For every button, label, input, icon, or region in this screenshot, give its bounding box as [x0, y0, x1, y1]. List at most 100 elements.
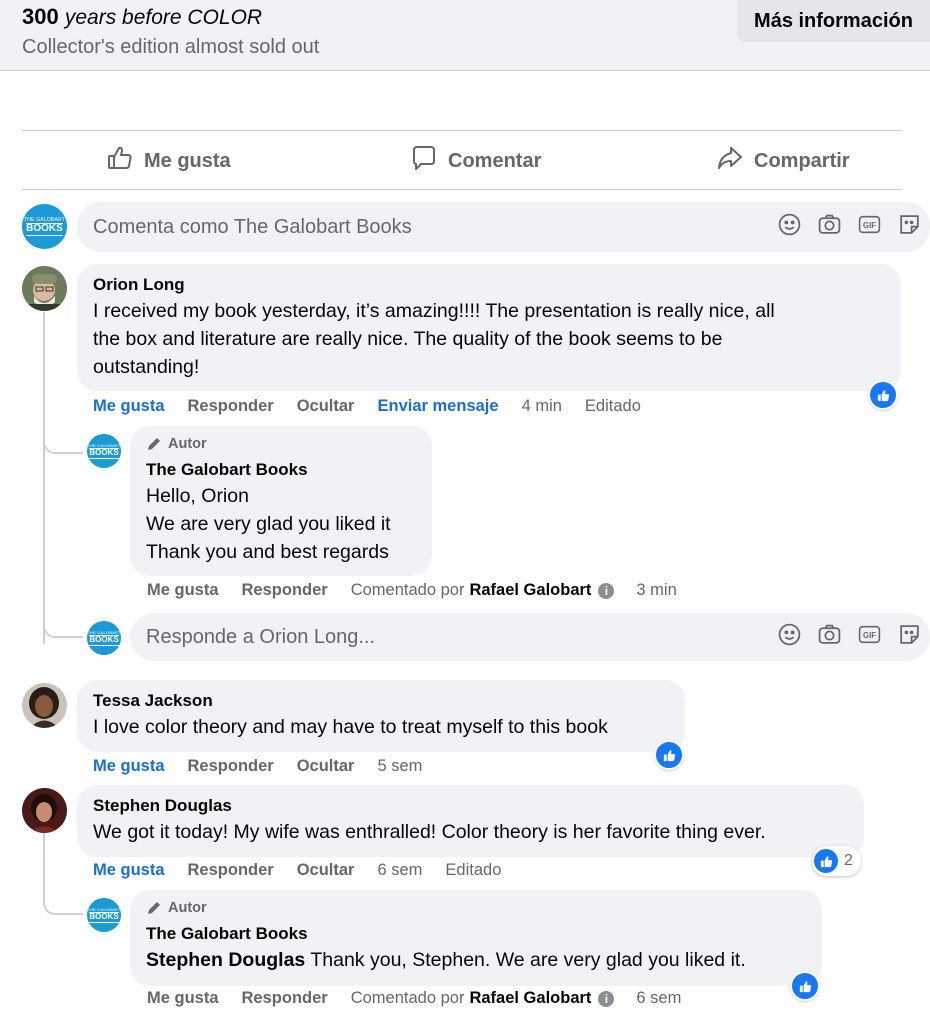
commenter-name[interactable]: The Galobart Books	[146, 922, 806, 946]
ad-title: 300 years before COLOR	[22, 4, 262, 30]
divider	[22, 189, 902, 190]
info-icon[interactable]: i	[598, 582, 615, 599]
author-badge: Autor	[146, 899, 806, 917]
comment-text: Stephen Douglas Thank you, Stephen. We a…	[146, 946, 806, 974]
timestamp[interactable]: 6 sem	[377, 861, 422, 880]
comment-text: I love color theory and may have to trea…	[93, 716, 608, 738]
comment-bubble: Orion Long I received my book yesterday,…	[77, 264, 901, 391]
comment-bubble-icon	[410, 144, 438, 178]
reply-meta: Me gusta Responder Comentado por Rafael …	[147, 989, 681, 1008]
reply-input[interactable]: Responde a Orion Long... GIF	[130, 613, 930, 661]
comment-action-button[interactable]: Comentar	[410, 141, 541, 181]
more-info-button[interactable]: Más información	[737, 0, 930, 42]
camera-icon[interactable]	[817, 212, 842, 242]
reply-bubble: Autor The Galobart Books Hello, Orion We…	[130, 426, 432, 576]
page-avatar[interactable]: THE GALOBART BOOKS	[87, 621, 121, 655]
commenter-name[interactable]: Tessa Jackson	[93, 689, 669, 713]
thread-line	[43, 312, 45, 644]
reply-link[interactable]: Responder	[188, 397, 274, 416]
comment-text-line: outstanding!	[93, 356, 200, 378]
timestamp[interactable]: 4 min	[522, 397, 562, 416]
comment-text-line: the box and literature are really nice. …	[93, 328, 723, 350]
timestamp[interactable]: 5 sem	[377, 757, 422, 776]
like-action-button[interactable]: Me gusta	[106, 141, 231, 181]
like-reaction-badge	[814, 849, 838, 873]
reply-link[interactable]: Responder	[188, 757, 274, 776]
like-reaction-badge[interactable]	[868, 380, 898, 410]
page-avatar[interactable]: THE GALOBART BOOKS	[87, 434, 121, 468]
like-link[interactable]: Me gusta	[93, 861, 165, 880]
page-avatar[interactable]: THE GALOBART BOOKS	[87, 898, 121, 932]
hide-link[interactable]: Ocultar	[297, 861, 355, 880]
author-badge-label: Autor	[168, 436, 207, 452]
like-reaction-badge[interactable]	[654, 740, 684, 770]
like-link[interactable]: Me gusta	[147, 989, 219, 1008]
comment-text: We got it today! My wife was enthralled!…	[93, 821, 766, 843]
reply-link[interactable]: Responder	[188, 861, 274, 880]
comment-meta: Me gusta Responder Ocultar 5 sem	[93, 757, 422, 776]
like-link[interactable]: Me gusta	[93, 757, 165, 776]
sticker-icon[interactable]	[897, 212, 922, 242]
smile-icon[interactable]	[777, 212, 802, 242]
thread-elbow	[43, 606, 83, 638]
commenter-link[interactable]: Rafael Galobart	[469, 989, 591, 1008]
timestamp[interactable]: 3 min	[636, 581, 676, 600]
comment-text-line: Thank you and best regards	[146, 541, 389, 563]
avatar-line2: BOOKS	[89, 448, 119, 459]
hide-link[interactable]: Ocultar	[297, 757, 355, 776]
svg-text:GIF: GIF	[863, 221, 876, 230]
comment-bubble: Tessa Jackson I love color theory and ma…	[77, 680, 685, 752]
comment-action-label: Comentar	[448, 149, 542, 172]
edited-label[interactable]: Editado	[585, 397, 641, 416]
comment-text-body: Thank you, Stephen. We are very glad you…	[310, 949, 746, 971]
commenter-name[interactable]: Orion Long	[93, 273, 885, 297]
reply-link[interactable]: Responder	[242, 989, 328, 1008]
reaction-count: 2	[844, 852, 853, 869]
reaction-summary[interactable]: 2	[812, 846, 861, 876]
sticker-icon[interactable]	[897, 622, 922, 652]
commented-by-label: Comentado por	[350, 581, 465, 599]
reply-bubble: Autor The Galobart Books Stephen Douglas…	[130, 890, 822, 986]
comment-text-line: I received my book yesterday, it’s amazi…	[93, 300, 775, 322]
thumbs-up-icon	[663, 749, 675, 761]
like-reaction-badge[interactable]	[790, 971, 820, 1001]
share-action-button[interactable]: Compartir	[716, 141, 850, 181]
smile-icon[interactable]	[777, 622, 802, 652]
commenter-name[interactable]: Stephen Douglas	[93, 794, 848, 818]
page-avatar[interactable]: THE GALOBART BOOKS	[22, 204, 67, 249]
like-link[interactable]: Me gusta	[147, 581, 219, 600]
gif-icon[interactable]: GIF	[857, 212, 882, 242]
timestamp[interactable]: 6 sem	[636, 989, 681, 1008]
comment-text: Hello, Orion We are very glad you liked …	[146, 482, 416, 566]
avatar[interactable]	[22, 683, 67, 728]
edited-label[interactable]: Editado	[445, 861, 501, 880]
like-action-label: Me gusta	[144, 149, 231, 172]
ad-subtitle: Collector's edition almost sold out	[22, 36, 320, 58]
thumbs-up-icon	[877, 389, 889, 401]
thread-line	[43, 833, 45, 883]
comment-text-line: We are very glad you liked it	[146, 513, 391, 535]
reply-link[interactable]: Responder	[242, 581, 328, 600]
comment-input[interactable]: Comenta como The Galobart Books GIF	[77, 202, 930, 252]
avatar[interactable]	[22, 788, 67, 833]
like-link[interactable]: Me gusta	[93, 397, 165, 416]
thumbs-up-icon	[820, 855, 832, 867]
avatar[interactable]	[22, 266, 67, 311]
commenter-name[interactable]: The Galobart Books	[146, 458, 416, 482]
commented-by-label: Comentado por	[350, 989, 465, 1007]
share-action-label: Compartir	[754, 149, 850, 172]
gif-icon[interactable]: GIF	[857, 622, 882, 652]
send-message-link[interactable]: Enviar mensaje	[377, 397, 498, 416]
share-arrow-icon	[716, 144, 744, 178]
hide-link[interactable]: Ocultar	[297, 397, 355, 416]
thread-elbow	[43, 883, 83, 915]
camera-icon[interactable]	[817, 622, 842, 652]
thread-elbow	[43, 420, 83, 454]
info-icon[interactable]: i	[598, 990, 615, 1007]
mention-link[interactable]: Stephen Douglas	[146, 949, 305, 971]
comment-bubble: Stephen Douglas We got it today! My wife…	[77, 785, 864, 857]
comment-input-placeholder: Comenta como The Galobart Books	[93, 215, 412, 238]
commenter-link[interactable]: Rafael Galobart	[469, 581, 591, 600]
thumbs-up-icon	[106, 144, 134, 178]
thumbs-up-icon	[799, 980, 811, 992]
